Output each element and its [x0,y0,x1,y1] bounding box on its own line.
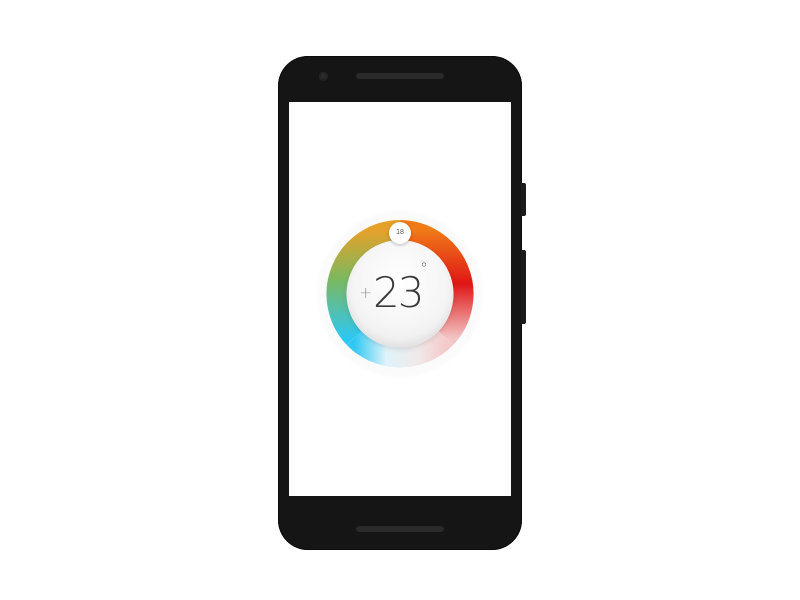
stage: + 23 ° 18 [0,0,800,600]
setpoint-value: 18 [396,229,404,236]
volume-rocker[interactable] [521,250,526,324]
front-camera-icon [319,72,328,81]
thermostat-dial[interactable]: + 23 ° 18 [319,213,481,375]
bottom-speaker-grille [356,526,444,532]
setpoint-knob[interactable]: 18 [389,222,411,244]
plus-icon[interactable]: + [359,285,372,301]
dial-center[interactable]: + 23 ° [347,241,453,347]
degree-symbol: ° [420,259,428,278]
current-temperature: 23 [373,268,424,317]
phone-screen: + 23 ° 18 [289,102,511,496]
power-button[interactable] [521,183,526,216]
top-speaker-grille [356,73,444,79]
phone-device: + 23 ° 18 [278,56,526,550]
